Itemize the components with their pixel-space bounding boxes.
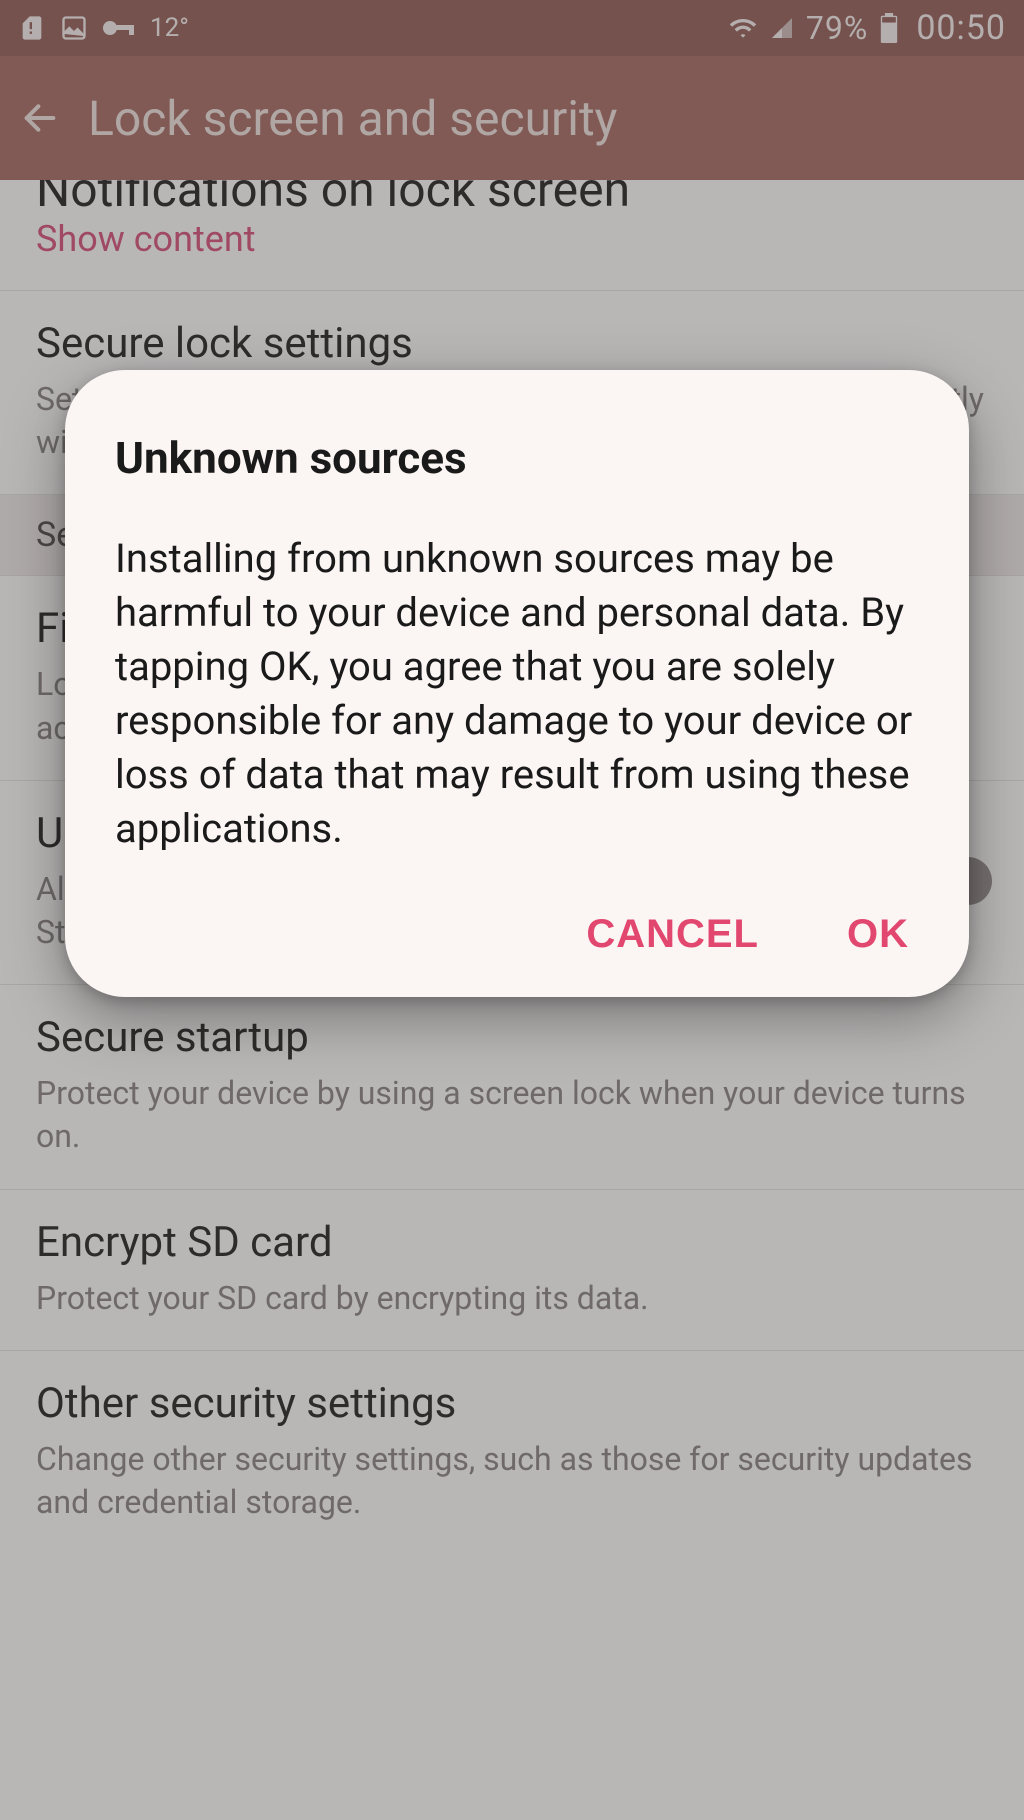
dialog-actions: CANCEL OK [115,904,919,965]
ok-button[interactable]: OK [843,904,913,965]
cancel-button[interactable]: CANCEL [582,904,763,965]
unknown-sources-dialog: Unknown sources Installing from unknown … [65,370,969,997]
dialog-body: Installing from unknown sources may be h… [115,532,919,856]
dialog-title: Unknown sources [115,432,919,484]
